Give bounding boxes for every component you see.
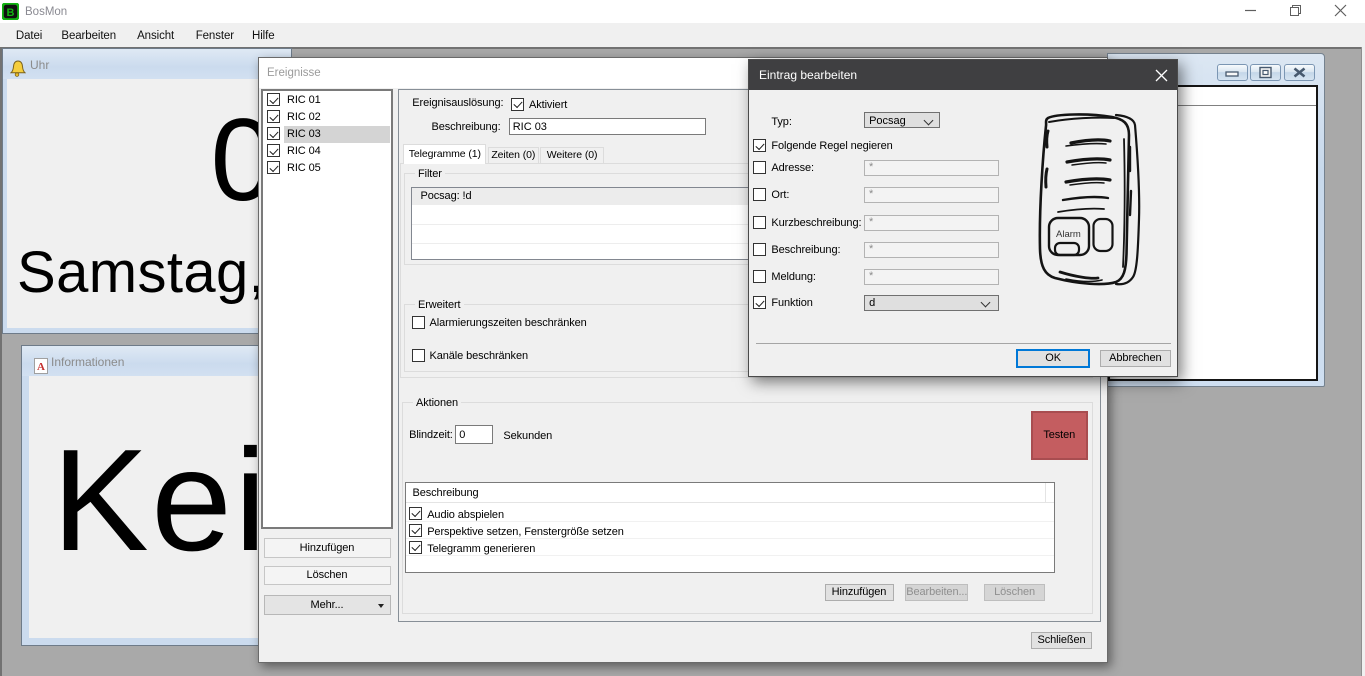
- svg-text:Alarm: Alarm: [1056, 229, 1081, 240]
- svg-text:B: B: [7, 7, 15, 19]
- svg-text:A: A: [37, 361, 45, 373]
